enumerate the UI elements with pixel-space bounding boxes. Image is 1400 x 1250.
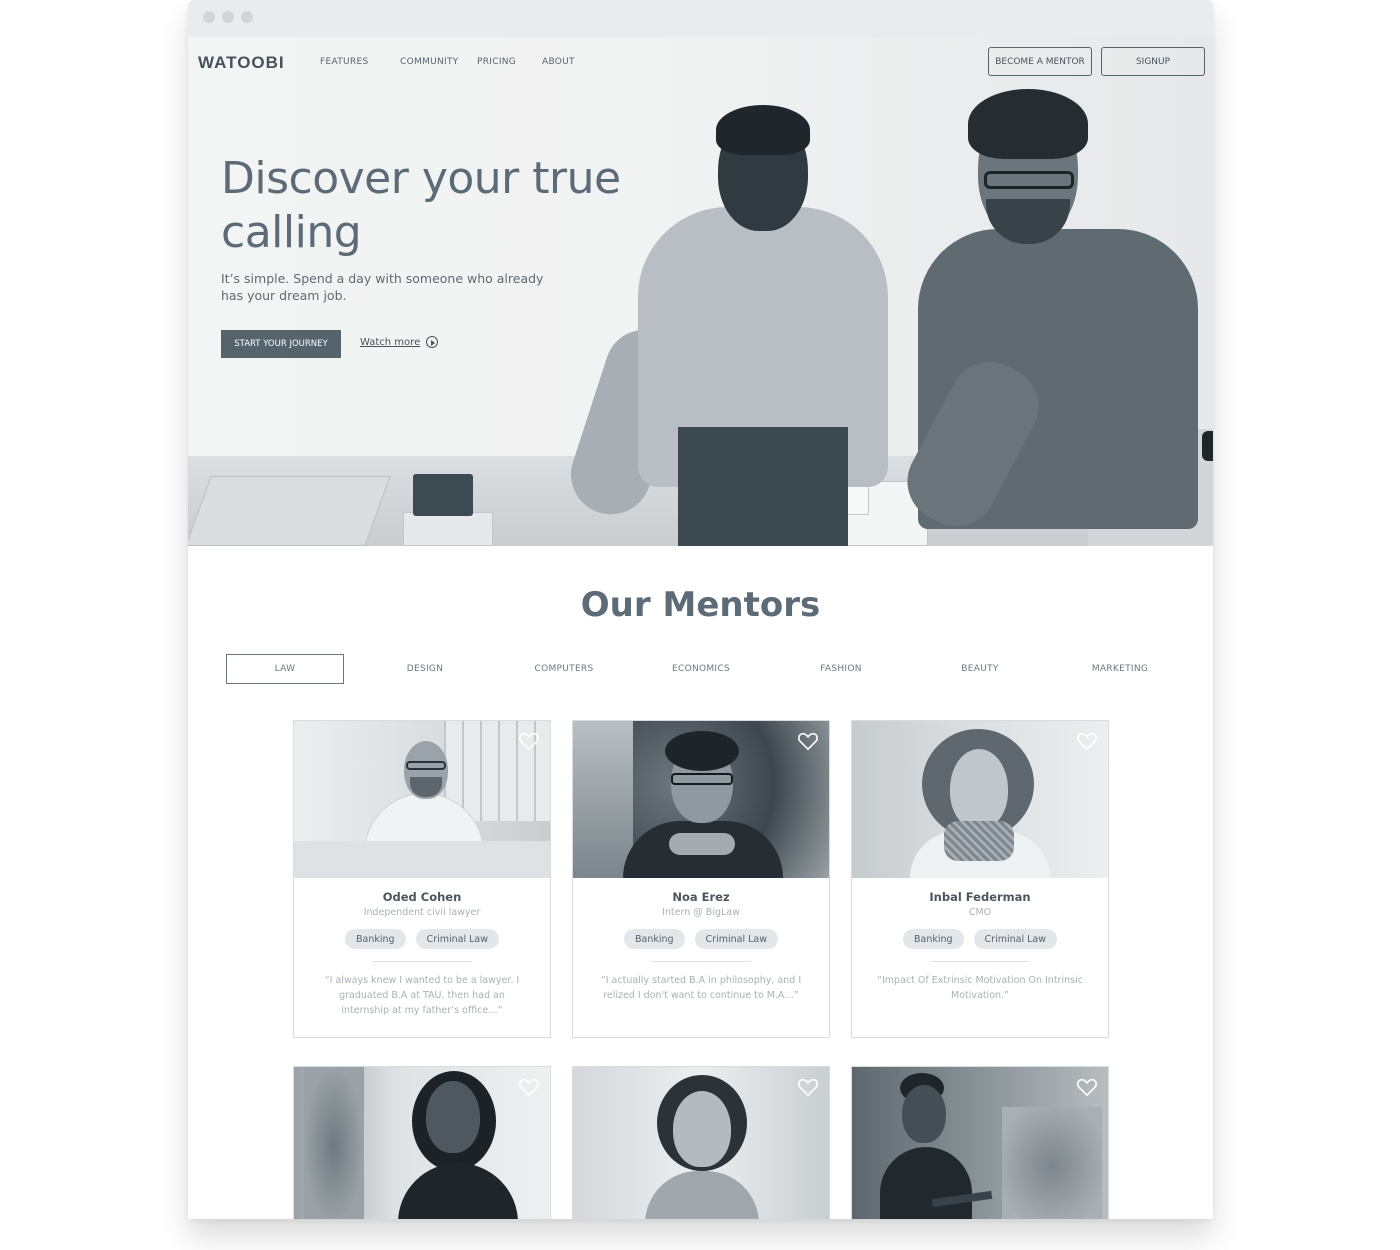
nav-link-community[interactable]: COMMUNITY <box>400 57 459 67</box>
mentor-photo <box>294 721 550 878</box>
mentor-name: Noa Erez <box>672 890 730 904</box>
heart-icon[interactable] <box>1076 731 1098 751</box>
mentor-role: Independent civil lawyer <box>363 907 481 918</box>
tag-banking[interactable]: Banking <box>344 929 406 949</box>
logo[interactable]: WATOOBI <box>198 53 285 73</box>
divider <box>372 961 472 962</box>
tab-beauty[interactable]: BEAUTY <box>921 654 1039 684</box>
start-journey-button[interactable]: START YOUR JOURNEY <box>221 330 341 358</box>
tab-marketing[interactable]: MARKETING <box>1061 654 1179 684</box>
hero-image: Discover your true calling It’s simple. … <box>188 37 1213 546</box>
tab-law[interactable]: LAW <box>226 654 344 684</box>
mentor-quote: “I actually started B.A in philosophy, a… <box>600 975 802 1001</box>
tag-list: Banking Criminal Law <box>852 929 1108 949</box>
browser-chrome <box>188 0 1213 37</box>
tab-design[interactable]: DESIGN <box>366 654 484 684</box>
mentor-name: Oded Cohen <box>382 890 462 904</box>
mentor-card[interactable] <box>293 1066 551 1219</box>
heart-icon[interactable] <box>797 1077 819 1097</box>
heart-icon[interactable] <box>518 731 540 751</box>
category-tabs: LAW DESIGN COMPUTERS ECONOMICS FASHION B… <box>226 654 1186 684</box>
mentor-photo <box>852 721 1108 878</box>
mentor-card[interactable] <box>851 1066 1109 1219</box>
mentor-role: CMO <box>968 907 992 918</box>
mentor-card[interactable]: Noa Erez Intern @ BigLaw Banking Crimina… <box>572 720 830 1038</box>
tag-list: Banking Criminal Law <box>294 929 550 949</box>
divider <box>651 961 751 962</box>
tag-list: Banking Criminal Law <box>573 929 829 949</box>
tag-banking[interactable]: Banking <box>902 929 964 949</box>
mentor-card[interactable]: Inbal Federman CMO Banking Criminal Law … <box>851 720 1109 1038</box>
mentor-photo <box>852 1067 1108 1219</box>
tag-criminal-law[interactable]: Criminal Law <box>694 929 779 949</box>
tag-criminal-law[interactable]: Criminal Law <box>973 929 1058 949</box>
heart-icon[interactable] <box>797 731 819 751</box>
section-title: Our Mentors <box>580 585 821 625</box>
tag-criminal-law[interactable]: Criminal Law <box>415 929 500 949</box>
browser-window: Discover your true calling It’s simple. … <box>188 0 1213 1219</box>
heart-icon[interactable] <box>518 1077 540 1097</box>
mentor-quote: “I always knew I wanted to be a lawyer. … <box>324 975 520 1016</box>
hero-person-right <box>888 89 1213 546</box>
hero-subtitle: It’s simple. Spend a day with someone wh… <box>221 271 544 303</box>
tab-computers[interactable]: COMPUTERS <box>505 654 623 684</box>
signup-button[interactable]: SIGNUP <box>1101 47 1205 76</box>
tag-banking[interactable]: Banking <box>623 929 685 949</box>
nav-link-features[interactable]: FEATURES <box>320 57 368 67</box>
window-dot-icon <box>222 11 234 23</box>
become-mentor-button[interactable]: BECOME A MENTOR <box>988 47 1092 76</box>
mentor-name: Inbal Federman <box>929 890 1031 904</box>
nav-link-about[interactable]: ABOUT <box>542 57 575 67</box>
mentor-photo <box>573 1067 829 1219</box>
hero-title: Discover your true calling <box>221 153 621 258</box>
tab-economics[interactable]: ECONOMICS <box>642 654 760 684</box>
top-nav: WATOOBI FEATURES COMMUNITY PRICING ABOUT… <box>188 37 1213 87</box>
window-dot-icon <box>203 11 215 23</box>
mentor-role: Intern @ BigLaw <box>662 907 740 918</box>
divider <box>930 961 1030 962</box>
watch-more-label: Watch more <box>360 336 421 348</box>
hero-books <box>188 451 493 546</box>
mentor-photo <box>294 1067 550 1219</box>
window-dot-icon <box>241 11 253 23</box>
mentor-card[interactable] <box>572 1066 830 1219</box>
mentor-card[interactable]: Oded Cohen Independent civil lawyer Bank… <box>293 720 551 1038</box>
play-icon <box>426 336 439 348</box>
heart-icon[interactable] <box>1076 1077 1098 1097</box>
tab-fashion[interactable]: FASHION <box>782 654 900 684</box>
mentor-photo <box>573 721 829 878</box>
watch-more-link[interactable]: Watch more <box>360 336 439 348</box>
mentor-quote: “Impact Of Extrinsic Motivation On Intri… <box>877 975 1083 1001</box>
nav-link-pricing[interactable]: PRICING <box>477 57 516 67</box>
